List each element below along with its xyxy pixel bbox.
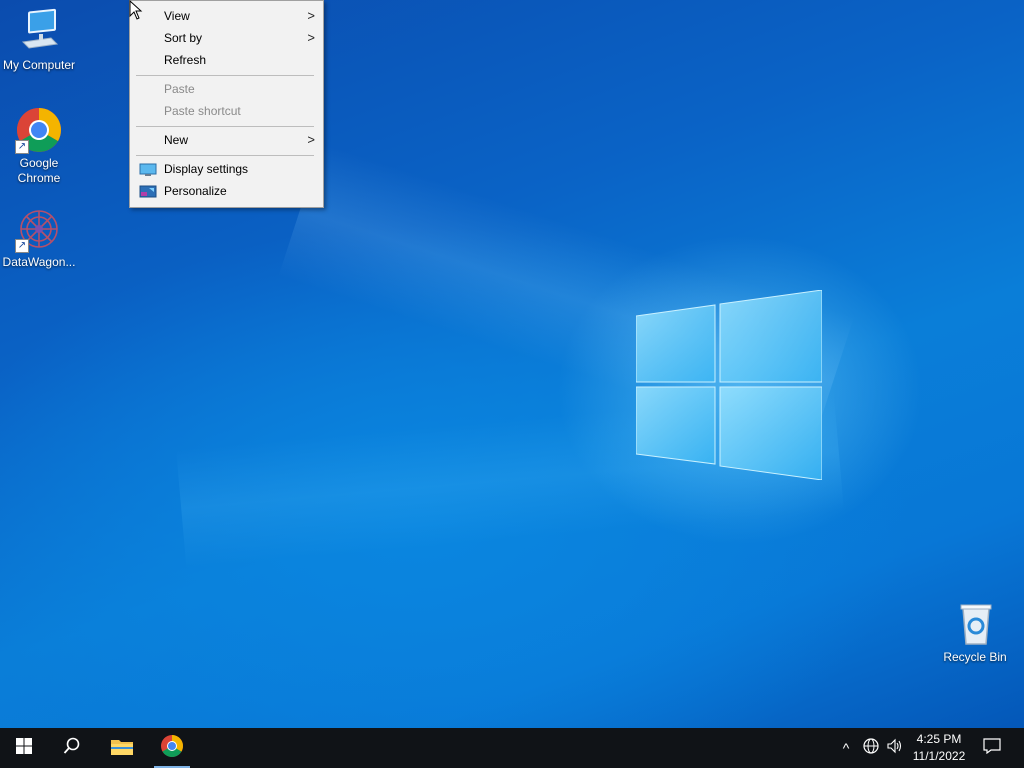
chevron-up-icon: ^ [842,740,850,756]
desktop-icon-datawagon[interactable]: ↗ DataWagon... [0,205,78,270]
computer-icon [15,8,63,56]
desktop-context-menu: View > Sort by > Refresh Paste Paste sho… [129,0,324,208]
desktop-icon-label: Recycle Bin [943,650,1007,664]
clock-date: 11/1/2022 [912,749,966,763]
menu-item-refresh[interactable]: Refresh [130,49,323,71]
desktop-icon-label: My Computer [2,58,76,72]
menu-item-new[interactable]: New > [130,129,323,151]
clock-time: 4:25 PM [916,732,962,746]
folder-icon [110,736,134,761]
chevron-right-icon: > [307,132,315,147]
chevron-right-icon: > [307,8,315,23]
menu-separator [136,126,314,127]
menu-item-label: Paste shortcut [164,104,241,118]
start-button[interactable] [0,728,48,768]
desktop-icon-my-computer[interactable]: My Computer [0,8,78,73]
desktop-icon-label: Google Chrome [17,156,61,185]
menu-item-personalize[interactable]: Personalize [130,180,323,202]
chrome-icon: ↗ [15,106,63,154]
mouse-cursor-icon [129,0,143,20]
menu-item-label: Personalize [164,184,227,198]
menu-separator [136,155,314,156]
search-button[interactable] [48,728,96,768]
desktop-icon-recycle-bin[interactable]: Recycle Bin [936,600,1014,665]
taskbar-chrome[interactable] [148,728,196,768]
recycle-bin-icon [951,600,999,648]
personalize-icon [139,184,157,198]
menu-item-label: New [164,133,189,147]
notification-icon [983,737,1001,759]
menu-item-label: View [164,9,190,23]
speaker-icon [887,738,903,759]
shortcut-arrow-icon: ↗ [15,140,29,154]
menu-item-view[interactable]: View > [130,5,323,27]
taskbar-file-explorer[interactable] [98,728,146,768]
taskbar: ^ 4:25 PM 11/1/2022 [0,728,1024,768]
menu-separator [136,75,314,76]
menu-item-display-settings[interactable]: Display settings [130,158,323,180]
menu-item-paste: Paste [130,78,323,100]
search-icon [63,737,81,760]
show-hidden-icons-button[interactable]: ^ [836,738,856,758]
globe-network-icon [863,737,879,759]
menu-item-label: Refresh [164,53,207,67]
network-button[interactable] [860,737,882,759]
action-center-button[interactable] [978,737,1006,759]
taskbar-clock[interactable]: 4:25 PM 11/1/2022 [906,731,972,765]
menu-item-sort-by[interactable]: Sort by > [130,27,323,49]
chrome-icon [160,734,184,763]
chevron-right-icon: > [307,30,315,45]
windows-start-icon [16,737,32,759]
menu-item-label: Display settings [164,162,249,176]
desktop[interactable]: My Computer ↗ Google Chrome ↗ DataWagon.… [0,0,1024,728]
shortcut-arrow-icon: ↗ [15,239,29,253]
datawagon-icon: ↗ [15,205,63,253]
windows-wallpaper-logo [636,290,822,480]
display-settings-icon [139,162,157,176]
desktop-icon-google-chrome[interactable]: ↗ Google Chrome [0,106,78,186]
menu-item-paste-shortcut: Paste shortcut [130,100,323,122]
menu-item-label: Paste [164,82,195,96]
desktop-icon-label: DataWagon... [2,255,76,269]
menu-item-label: Sort by [164,31,203,45]
volume-button[interactable] [884,738,906,758]
